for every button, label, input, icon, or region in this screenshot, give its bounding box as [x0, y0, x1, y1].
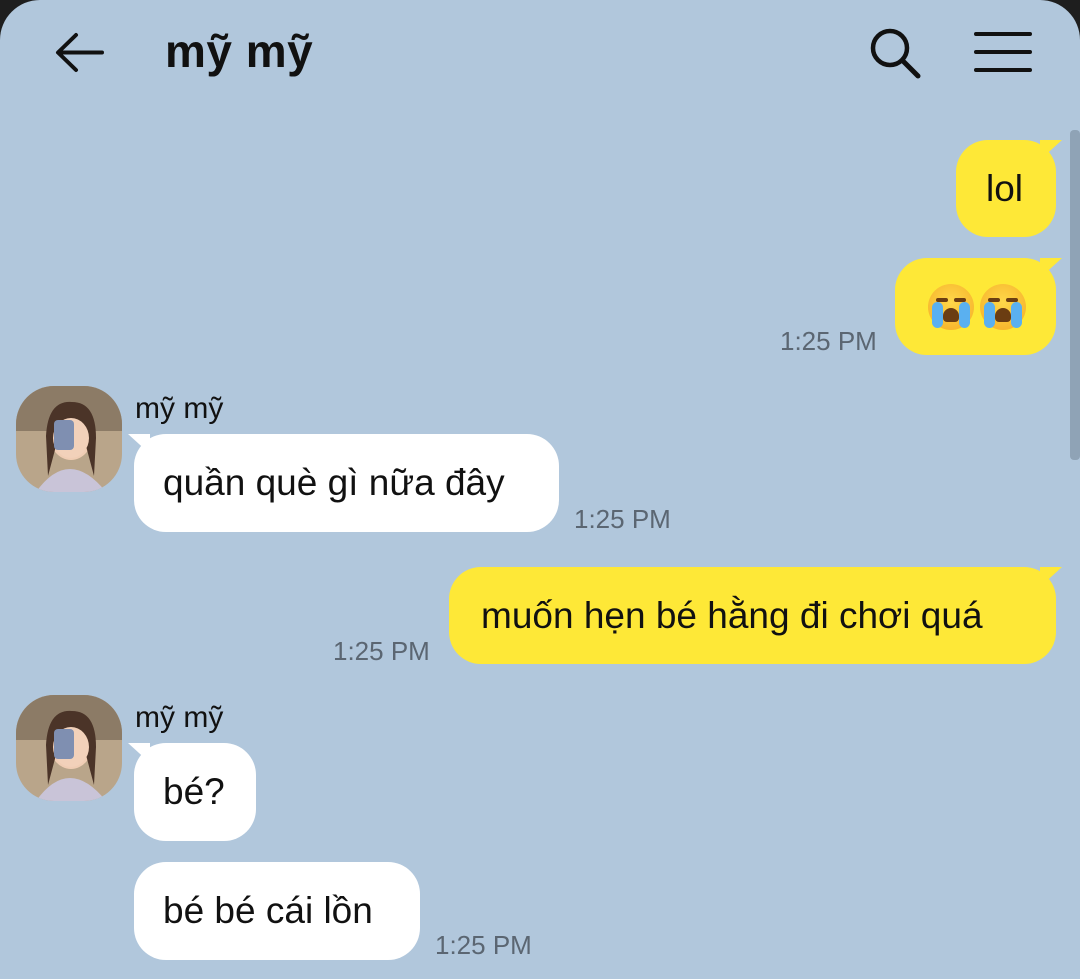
message-text: lol [986, 167, 1024, 209]
bubble-tail [128, 434, 150, 454]
message-text: quần què gì nữa đây [163, 462, 505, 503]
message-timestamp: 1:25 PM [435, 930, 532, 960]
message-text: bé? [163, 771, 225, 812]
crying-face-icon [980, 283, 1026, 330]
crying-face-icon [928, 283, 974, 330]
bubble-tail [1040, 567, 1062, 587]
sender-name: mỹ mỹ [135, 392, 224, 425]
bubble-tail [1040, 140, 1062, 160]
chat-header: mỹ mỹ [0, 0, 1080, 110]
avatar[interactable] [16, 695, 122, 801]
avatar-photo-icon [16, 695, 122, 801]
back-button[interactable] [50, 25, 110, 80]
menu-button[interactable] [972, 26, 1034, 78]
search-icon [870, 28, 921, 79]
outgoing-message[interactable] [895, 258, 1062, 355]
sender-name: mỹ mỹ [135, 701, 224, 734]
message-timestamp: 1:25 PM [780, 326, 877, 356]
message-timestamp: 1:25 PM [333, 636, 430, 666]
scrollbar[interactable] [1070, 130, 1080, 460]
incoming-message[interactable]: quần què gì nữa đây [128, 434, 559, 532]
bubble-tail [1040, 258, 1062, 278]
bubble-tail [128, 743, 150, 763]
avatar-photo-icon [16, 386, 122, 492]
message-text: bé bé cái lồn [163, 890, 373, 931]
avatar[interactable] [16, 386, 122, 492]
outgoing-message[interactable]: lol [956, 140, 1062, 237]
search-button[interactable] [866, 24, 924, 82]
chat-title: mỹ mỹ [165, 25, 314, 77]
message-timestamp: 1:25 PM [574, 504, 671, 534]
outgoing-message[interactable]: muốn hẹn bé hằng đi chơi quá [449, 567, 1062, 664]
chat-screen: mỹ mỹ lol 1:25 PM mỹ mỹ quần què gì nữa … [0, 0, 1080, 979]
arrow-left-icon [56, 33, 104, 72]
incoming-message[interactable]: bé? [128, 743, 256, 841]
message-text: muốn hẹn bé hằng đi chơi quá [481, 594, 983, 636]
incoming-message[interactable]: bé bé cái lồn [134, 862, 420, 960]
hamburger-menu-icon [974, 32, 1032, 72]
